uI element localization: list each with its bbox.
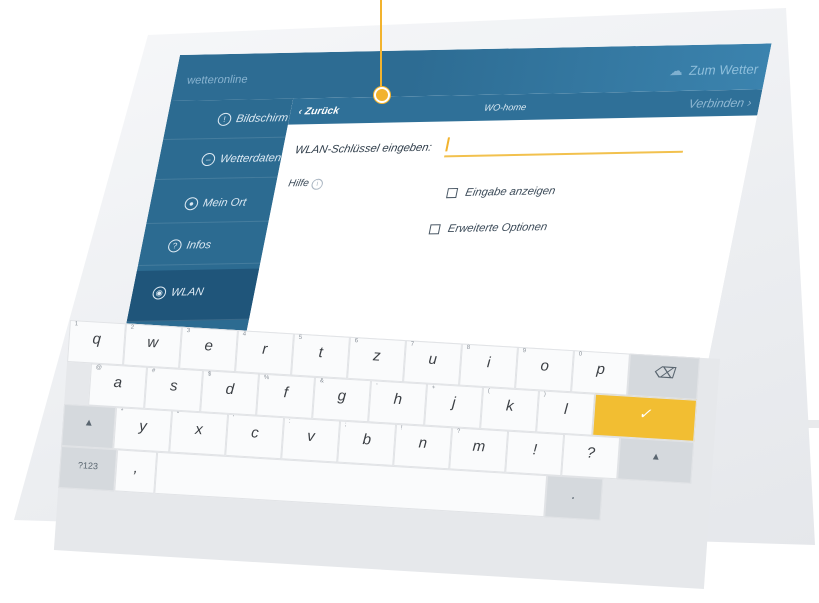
location-pin-icon: ●	[183, 197, 200, 211]
question-circle-icon: ?	[166, 239, 183, 253]
key-p[interactable]: 0p	[571, 350, 630, 396]
key-d[interactable]: $ d	[200, 370, 260, 416]
network-name: WO-home	[483, 101, 528, 113]
key-x[interactable]: " x	[169, 410, 229, 456]
numeric-key[interactable]: ?123	[58, 446, 118, 492]
checkmark-icon: ✓	[637, 405, 652, 424]
sidebar-item-label: Bildschirm	[235, 112, 290, 126]
key-w[interactable]: 2w	[123, 323, 182, 369]
key-l[interactable]: ) l	[536, 390, 596, 436]
key-exclamation[interactable]: !	[505, 430, 565, 476]
sidebar-item-label: Infos	[185, 239, 213, 252]
key-e[interactable]: 3e	[179, 326, 238, 373]
sidebar-item-wlan[interactable]: ◉ WLAN	[126, 268, 260, 322]
key-y[interactable]: * y	[113, 407, 173, 453]
wlan-key-input[interactable]	[444, 130, 688, 158]
checkbox-icon	[445, 188, 459, 199]
period-key[interactable]: .	[544, 475, 604, 521]
wlan-key-label: WLAN-Schlüssel eingeben:	[293, 141, 433, 157]
key-t[interactable]: 5t	[291, 333, 350, 379]
sidebar-item-label: Mein Ort	[201, 196, 248, 210]
shift-icon: ▲	[650, 451, 662, 463]
sidebar-item-mein-ort[interactable]: ● Mein Ort	[146, 182, 277, 224]
key-c[interactable]: ' c	[225, 413, 285, 460]
key-question[interactable]: ?	[561, 434, 621, 480]
key-h[interactable]: -h	[368, 380, 428, 426]
advanced-options-label: Erweiterte Optionen	[446, 221, 549, 236]
key-i[interactable]: 8i	[459, 343, 518, 389]
key-m[interactable]: ? m	[449, 427, 509, 473]
shift-icon: ▲	[83, 417, 95, 429]
connect-button[interactable]: Verbinden ›	[687, 96, 753, 111]
help-label: Hilfe	[287, 177, 310, 190]
show-input-checkbox[interactable]: Eingabe anzeigen	[445, 185, 557, 199]
key-v[interactable]: :v	[281, 417, 341, 463]
key-q[interactable]: 1q	[67, 320, 126, 366]
key-o[interactable]: 9o	[515, 346, 574, 393]
key-a[interactable]: @ a	[88, 363, 148, 409]
connect-label: Verbinden	[687, 95, 746, 111]
key-n[interactable]: ! n	[393, 423, 453, 470]
info-circle-icon: !	[216, 112, 233, 126]
comma-key[interactable]: ,	[114, 449, 158, 494]
backspace-icon: ⌫	[652, 364, 675, 383]
sidebar-item-label: Wetterdaten	[218, 152, 283, 166]
enter-key[interactable]: ✓	[592, 393, 698, 442]
sidebar-item-bildschirm[interactable]: ! Bildschirm	[163, 98, 294, 140]
to-weather-button[interactable]: ☁ Zum Wetter	[668, 61, 760, 80]
callout-line	[380, 0, 382, 92]
key-j[interactable]: + j	[424, 383, 484, 429]
shift-key-left[interactable]: ▲	[61, 404, 117, 450]
back-button[interactable]: ‹ Zurück	[298, 106, 340, 118]
info-icon: i	[310, 178, 324, 190]
key-r[interactable]: 4r	[235, 330, 294, 376]
shift-key-right[interactable]: ▲	[617, 437, 695, 484]
show-input-label: Eingabe anzeigen	[464, 185, 557, 199]
help-link[interactable]: Hilfe i	[287, 178, 324, 191]
sidebar-item-infos[interactable]: ? Infos	[137, 224, 268, 266]
back-label: Zurück	[303, 105, 341, 118]
advanced-options-checkbox[interactable]: Erweiterte Optionen	[428, 221, 548, 235]
sidebar-item-label: WLAN	[169, 286, 205, 299]
wifi-icon: ◉	[151, 286, 168, 300]
key-u[interactable]: 7u	[403, 340, 462, 386]
key-b[interactable]: ; b	[337, 420, 397, 466]
brand-logo: wetteronline	[185, 73, 249, 87]
checkbox-icon	[428, 224, 441, 235]
minus-circle-icon: –	[200, 152, 217, 167]
key-f[interactable]: % f	[256, 373, 316, 419]
on-screen-keyboard: 1q 2w 3e 4r 5t 6z 7u 8i 9o 0p ⌫ @ a # s $ d…	[53, 320, 720, 589]
key-g[interactable]: & g	[312, 376, 372, 423]
to-weather-label: Zum Wetter	[687, 61, 760, 78]
cloud-icon: ☁	[668, 63, 685, 79]
backspace-key[interactable]: ⌫	[627, 353, 700, 400]
key-k[interactable]: (k	[480, 386, 540, 433]
key-s[interactable]: # s	[144, 366, 204, 413]
sidebar-item-wetterdaten[interactable]: – Wetterdaten	[155, 138, 286, 180]
callout-marker	[374, 87, 390, 103]
key-z[interactable]: 6z	[347, 336, 406, 383]
